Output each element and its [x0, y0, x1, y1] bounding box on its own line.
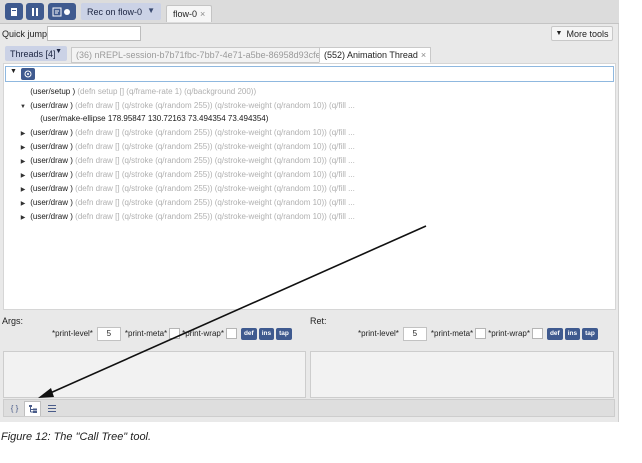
record-flow-icon — [52, 7, 70, 16]
call-tree-row[interactable]: (user/make-ellipse 178.95847 130.72163 7… — [4, 112, 268, 125]
print-level-input[interactable]: 5 — [96, 326, 121, 341]
def-button[interactable]: def — [240, 327, 257, 340]
call-source: (defn draw [] (q/stroke (q/random 255)) … — [75, 101, 355, 110]
flow-tab-label: flow-0 — [173, 9, 198, 19]
print-meta-label: *print-meta* — [430, 329, 474, 338]
functions-list-tool-tab[interactable] — [43, 401, 60, 416]
tap-button[interactable]: tap — [582, 327, 598, 340]
chevron-down-icon: ▼ — [555, 30, 563, 37]
ret-label: Ret: — [310, 316, 327, 326]
target-icon — [24, 70, 32, 78]
print-level-input[interactable]: 5 — [402, 326, 427, 341]
args-label: Args: — [2, 316, 24, 326]
call-source: (defn draw [] (q/stroke (q/random 255)) … — [75, 184, 355, 193]
call-tree-row[interactable]: ▶ (user/draw ) (defn draw [] (q/stroke (… — [4, 210, 355, 223]
print-level-label: *print-level* — [358, 329, 399, 338]
call-tree-row[interactable]: (user/setup ) (defn setup [] (q/frame-ra… — [4, 85, 256, 98]
threads-select-label: Threads [4] — [10, 48, 56, 59]
args-print-controls: *print-level* 5 *print-meta* *print-wrap… — [52, 326, 292, 341]
args-value-box[interactable] — [3, 351, 306, 398]
pause-icon — [32, 7, 38, 16]
print-meta-checkbox[interactable] — [169, 328, 181, 339]
close-icon[interactable]: × — [200, 9, 205, 19]
call-source: (defn draw [] (q/stroke (q/random 255)) … — [75, 170, 355, 179]
call-fn: (user/draw ) — [30, 198, 73, 207]
call-fn: (user/draw ) — [30, 212, 73, 221]
call-tree-row[interactable]: ▶ (user/draw ) (defn draw [] (q/stroke (… — [4, 140, 355, 153]
call-tree-row[interactable]: ▶ (user/draw ) (defn draw [] (q/stroke (… — [4, 168, 355, 181]
print-level-label: *print-level* — [52, 329, 93, 338]
more-tools-button[interactable]: ▼ More tools — [551, 26, 613, 41]
code-tool-tab[interactable]: { } — [6, 401, 23, 416]
list-icon — [47, 405, 56, 412]
print-meta-checkbox[interactable] — [475, 328, 487, 339]
call-fn: (user/make-ellipse 178.95847 130.72163 7… — [40, 114, 269, 123]
call-fn: (user/draw ) — [30, 170, 73, 179]
stop-icon — [11, 7, 17, 16]
call-tree-row[interactable]: ▶ (user/draw ) (defn draw [] (q/stroke (… — [4, 182, 355, 195]
quick-jump-input[interactable] — [47, 26, 141, 41]
tree-toggle-icon[interactable]: ▶ — [18, 212, 28, 225]
threads-bar: Threads [4] ▼ (36) nREPL-session-b7b71fb… — [0, 44, 619, 64]
print-wrap-checkbox[interactable] — [531, 328, 543, 339]
stop-button[interactable] — [5, 3, 23, 20]
tab-thread-animation[interactable]: (552) Animation Thread × — [319, 47, 432, 63]
tab-flow-0[interactable]: flow-0 × — [166, 5, 213, 22]
call-fn: (user/draw ) — [30, 142, 73, 151]
chevron-down-icon: ▼ — [55, 48, 62, 55]
print-wrap-checkbox[interactable] — [225, 328, 237, 339]
chevron-down-icon: ▼ — [147, 6, 155, 15]
call-fn: (user/draw ) — [30, 101, 73, 110]
main-toolbar: Rec on flow-0 ▼ flow-0 × — [0, 0, 619, 24]
call-tree-tool-tab[interactable] — [24, 401, 41, 416]
call-tree-icon — [28, 405, 37, 413]
call-source: (defn draw [] (q/stroke (q/random 255)) … — [75, 198, 355, 207]
call-tree-root-row[interactable]: ▼ — [5, 66, 614, 82]
call-fn: (user/setup ) — [30, 87, 76, 96]
inspect-button[interactable]: ins — [564, 327, 581, 340]
root-target-button[interactable] — [21, 68, 35, 80]
more-tools-label: More tools — [566, 28, 609, 39]
print-wrap-label: *print-wrap* — [488, 329, 530, 338]
record-flow-select[interactable]: Rec on flow-0 ▼ — [81, 3, 161, 20]
call-source: (defn setup [] (q/frame-rate 1) (q/backg… — [77, 87, 257, 96]
call-source: (defn draw [] (q/stroke (q/random 255)) … — [75, 142, 355, 151]
code-braces-icon: { } — [10, 404, 19, 413]
close-icon[interactable]: × — [421, 50, 426, 60]
call-fn: (user/draw ) — [30, 184, 73, 193]
def-button[interactable]: def — [546, 327, 563, 340]
inspect-button[interactable]: ins — [258, 327, 275, 340]
quick-jump-label: Quick jump: — [2, 29, 50, 39]
thread-tab-label: (552) Animation Thread — [324, 50, 418, 60]
record-toggle-button[interactable] — [48, 3, 76, 20]
call-source: (defn draw [] (q/stroke (q/random 255)) … — [75, 212, 355, 221]
call-fn: (user/draw ) — [30, 156, 73, 165]
tool-tabs-bar: { } — [3, 399, 615, 417]
print-wrap-label: *print-wrap* — [182, 329, 224, 338]
call-tree-row[interactable]: ▶ (user/draw ) (defn draw [] (q/stroke (… — [4, 196, 355, 209]
figure-caption: Figure 12: The "Call Tree" tool. — [1, 431, 152, 443]
thread-tab-label: (36) nREPL-session-b7b71fbc-7bb7-4e71-a5… — [76, 50, 326, 60]
ret-value-box[interactable] — [310, 351, 614, 398]
call-tree-panel: ▼ (user/setup ) (defn setup [] (q/frame-… — [3, 63, 616, 310]
call-tree-row[interactable]: ▶ (user/draw ) (defn draw [] (q/stroke (… — [4, 154, 355, 167]
pause-button[interactable] — [26, 3, 44, 20]
tab-thread-nrepl-session[interactable]: (36) nREPL-session-b7b71fbc-7bb7-4e71-a5… — [71, 47, 339, 63]
ret-print-controls: *print-level* 5 *print-meta* *print-wrap… — [358, 326, 598, 341]
collapse-toggle-icon[interactable]: ▼ — [10, 68, 17, 75]
call-fn: (user/draw ) — [30, 128, 73, 137]
flowstorm-debugger-window: Rec on flow-0 ▼ flow-0 × Quick jump: ▼ M… — [0, 0, 619, 422]
print-meta-label: *print-meta* — [124, 329, 168, 338]
call-tree-row[interactable]: ▼ (user/draw ) (defn draw [] (q/stroke (… — [4, 99, 355, 112]
call-tree-row[interactable]: ▶ (user/draw ) (defn draw [] (q/stroke (… — [4, 126, 355, 139]
record-flow-label: Rec on flow-0 — [87, 6, 143, 17]
call-source: (defn draw [] (q/stroke (q/random 255)) … — [75, 156, 355, 165]
call-source: (defn draw [] (q/stroke (q/random 255)) … — [75, 128, 355, 137]
tap-button[interactable]: tap — [276, 327, 292, 340]
threads-select[interactable]: Threads [4] ▼ — [5, 46, 67, 61]
